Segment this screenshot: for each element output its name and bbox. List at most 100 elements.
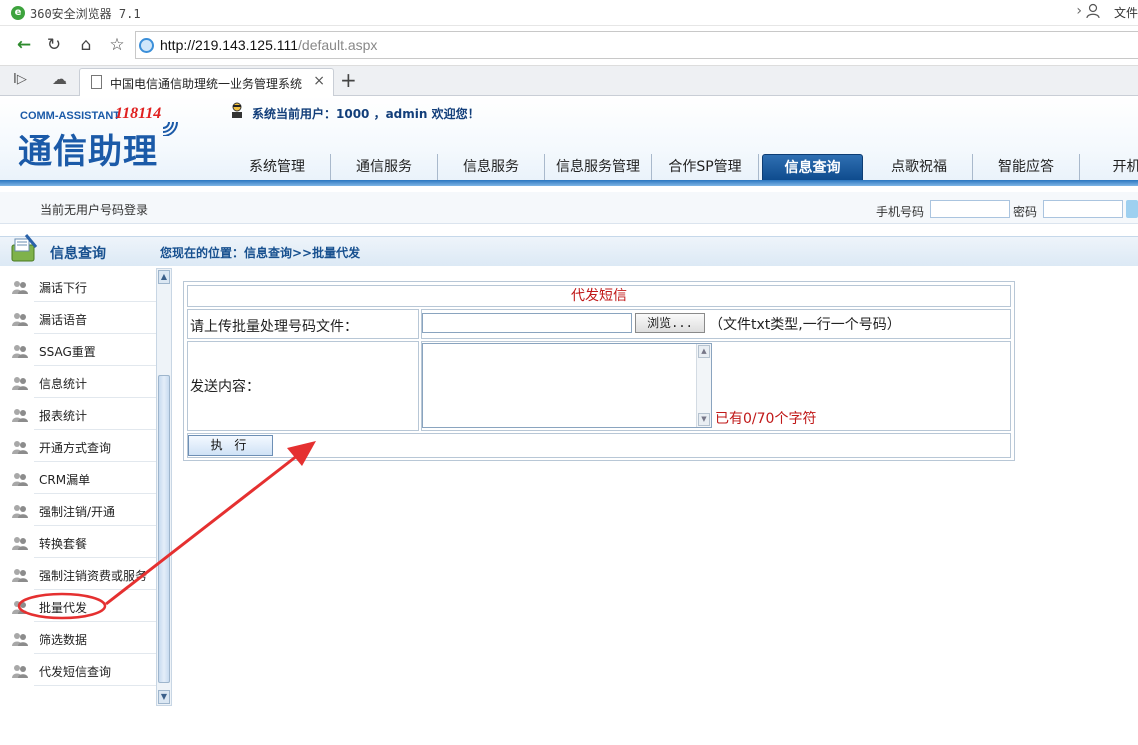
sidebar-scrollbar[interactable]: ▲ ▼	[156, 268, 172, 706]
sidebar-item[interactable]: 开通方式查询	[12, 430, 156, 462]
sidebar-item[interactable]: 报表统计	[12, 398, 156, 430]
address-url[interactable]: http://219.143.125.111/default.aspx	[160, 37, 377, 53]
sidebar-item-label: 开通方式查询	[39, 441, 112, 455]
execute-button[interactable]: 执 行	[188, 435, 273, 456]
content-label: 发送内容：	[190, 379, 260, 395]
sidebar-item-label: 报表统计	[39, 409, 88, 423]
sidebar-item-label: 强制注销资费或服务	[39, 569, 148, 583]
section-title: 信息查询	[50, 246, 106, 262]
cloud-icon[interactable]: ☁	[52, 70, 67, 88]
password-input[interactable]	[1043, 200, 1123, 218]
content-textarea[interactable]: ▲ ▼	[422, 343, 712, 428]
sidebar-item[interactable]: 强制注销资费或服务	[12, 558, 156, 590]
nav-item-7[interactable]: 智能应答	[973, 154, 1080, 182]
nav-item-5[interactable]: 信息查询	[762, 154, 863, 182]
action-cell	[187, 433, 1011, 458]
back-arrow-icon[interactable]: ←	[11, 32, 37, 58]
login-bar: 当前无用户号码登录 手机号码 密码	[0, 192, 1138, 224]
sms-form: 代发短信 请上传批量处理号码文件： 浏览... （文件txt类型,一行一个号码）…	[183, 281, 1015, 461]
sidebar-item[interactable]: 信息统计	[12, 366, 156, 398]
users-icon	[12, 472, 28, 486]
nav-item-8[interactable]: 开机提	[1080, 154, 1138, 182]
header-stripe	[0, 180, 1138, 186]
users-icon	[12, 408, 28, 422]
sidebar-item[interactable]: 强制注销/开通	[12, 494, 156, 526]
query-section-icon	[11, 234, 38, 262]
close-icon[interactable]: ×	[313, 73, 325, 89]
sidebar: 漏话下行 漏话语音 SSAG重置 信息统计报表统计开通方式查询 CRM漏单强制注销/开通…	[0, 268, 172, 708]
sidebar-list: 漏话下行 漏话语音 SSAG重置 信息统计报表统计开通方式查询 CRM漏单强制注销/开通…	[0, 270, 156, 686]
section-bar: 信息查询 您现在的位置：信息查询>>批量代发	[0, 234, 1138, 266]
sidebar-item-label: 批量代发	[39, 601, 88, 615]
nav-item-3[interactable]: 信息服务管理	[545, 154, 652, 182]
sidebar-item[interactable]: 漏话语音	[12, 302, 156, 334]
breadcrumb: 您现在的位置：信息查询>>批量代发	[160, 246, 361, 260]
sidebar-item[interactable]: 漏话下行	[12, 270, 156, 302]
file-menu[interactable]: 文件	[1114, 4, 1138, 21]
user-icon[interactable]	[1086, 3, 1100, 19]
nav-item-6[interactable]: 点歌祝福	[866, 154, 973, 182]
browser-tabbar: I▷ ☁ 中国电信通信助理统一业务管理系统 × +	[0, 66, 1138, 96]
upload-label-cell: 请上传批量处理号码文件：	[187, 309, 419, 339]
nav-item-4[interactable]: 合作SP管理	[652, 154, 759, 182]
form-title: 代发短信	[187, 285, 1011, 307]
app-header: COMM-ASSISTANT 118114 通信助理 系统当前用户：1000 ，…	[0, 96, 1138, 186]
browser-title: 360安全浏览器 7.1	[30, 7, 141, 21]
sidebar-item-label: 强制注销/开通	[39, 505, 116, 519]
users-icon	[12, 632, 28, 646]
users-icon	[12, 568, 28, 582]
main-nav: 系统管理通信服务信息服务信息服务管理合作SP管理信息查询点歌祝福智能应答开机提	[224, 154, 1138, 182]
textarea-scroll-up-icon[interactable]: ▲	[698, 345, 710, 358]
address-bar[interactable]: http://219.143.125.111/default.aspx	[135, 31, 1138, 59]
nav-item-2[interactable]: 信息服务	[438, 154, 545, 182]
sidebar-item[interactable]: 转换套餐	[12, 526, 156, 558]
sidebar-item-label: 筛选数据	[39, 633, 88, 647]
file-path-input[interactable]	[422, 313, 632, 333]
upload-label: 请上传批量处理号码文件：	[190, 319, 358, 335]
users-icon	[12, 600, 28, 614]
sidebar-toggle-icon[interactable]: I▷	[13, 72, 27, 87]
scroll-up-icon[interactable]: ▲	[158, 270, 170, 284]
globe-icon	[139, 38, 154, 53]
users-icon	[12, 664, 28, 678]
users-icon	[12, 536, 28, 550]
sidebar-item-label: CRM漏单	[39, 473, 91, 487]
sidebar-item[interactable]: 筛选数据	[12, 622, 156, 654]
browser-toolbar: ← ↻ ⌂ ☆ http://219.143.125.111/default.a…	[0, 26, 1138, 66]
nav-item-0[interactable]: 系统管理	[224, 154, 331, 182]
password-label: 密码	[1013, 205, 1038, 219]
new-tab-plus-icon[interactable]: +	[340, 68, 357, 92]
users-icon	[12, 280, 28, 294]
tab-title: 中国电信通信助理统一业务管理系统	[110, 77, 303, 91]
sidebar-item[interactable]: CRM漏单	[12, 462, 156, 494]
sidebar-item-label: 代发短信查询	[39, 665, 112, 679]
brand-tagline: COMM-ASSISTANT	[20, 110, 121, 122]
chevron-right-icon[interactable]: ›	[1076, 3, 1082, 19]
browse-button[interactable]: 浏览...	[635, 313, 705, 333]
sidebar-item-label: SSAG重置	[39, 345, 96, 359]
users-icon	[12, 440, 28, 454]
browser-titlebar: e 360安全浏览器 7.1 › 文件	[0, 0, 1138, 26]
reload-icon[interactable]: ↻	[41, 32, 67, 58]
sidebar-item[interactable]: 代发短信查询	[12, 654, 156, 686]
textarea-scroll-down-icon[interactable]: ▼	[698, 413, 710, 426]
star-icon[interactable]: ☆	[104, 32, 130, 58]
scroll-down-icon[interactable]: ▼	[158, 690, 170, 704]
nav-item-1[interactable]: 通信服务	[331, 154, 438, 182]
user-avatar-icon	[232, 102, 242, 118]
login-button[interactable]	[1126, 200, 1138, 218]
phone-input[interactable]	[930, 200, 1010, 218]
login-status: 当前无用户号码登录	[40, 203, 149, 217]
current-user-text: 系统当前用户：1000 ，admin 欢迎您！	[252, 107, 480, 121]
sidebar-item-label: 转换套餐	[39, 537, 88, 551]
textarea-scrollbar[interactable]: ▲ ▼	[696, 344, 711, 427]
sidebar-item[interactable]: SSAG重置	[12, 334, 156, 366]
url-host: http://219.143.125.111	[160, 37, 299, 53]
tab-current[interactable]: 中国电信通信助理统一业务管理系统 ×	[79, 68, 334, 96]
sidebar-item[interactable]: 批量代发	[12, 590, 156, 622]
document-icon	[91, 75, 102, 89]
home-icon[interactable]: ⌂	[73, 32, 99, 58]
upload-hint: （文件txt类型,一行一个号码）	[709, 317, 901, 333]
sidebar-item-label: 信息统计	[39, 377, 88, 391]
scroll-thumb[interactable]	[158, 375, 170, 683]
